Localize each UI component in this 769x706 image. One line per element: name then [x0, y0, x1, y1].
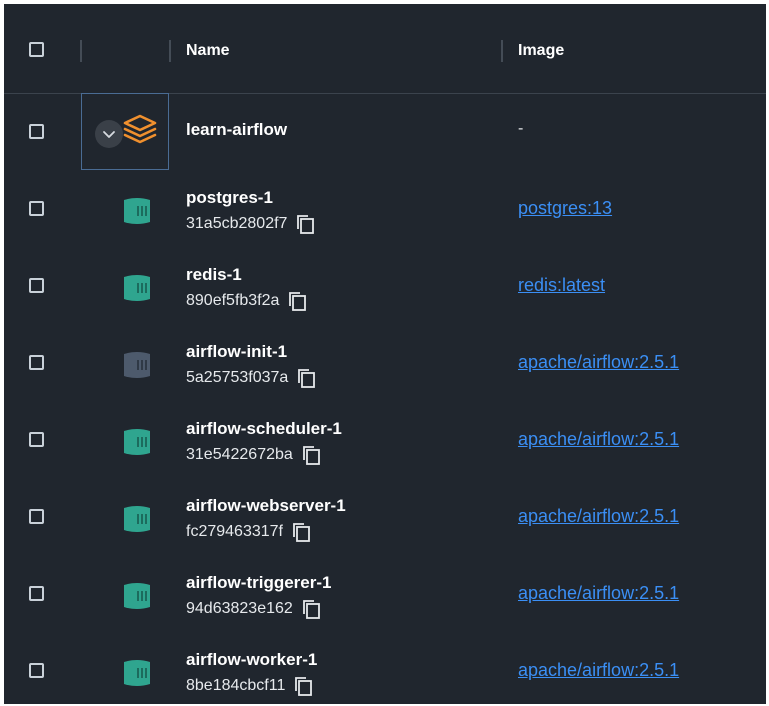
container-row[interactable]: airflow-triggerer-1 94d63823e162 apache/… — [4, 555, 766, 632]
copy-icon[interactable] — [293, 675, 313, 697]
image-link[interactable]: apache/airflow:2.5.1 — [518, 429, 679, 450]
copy-icon[interactable] — [296, 367, 316, 389]
row-checkbox[interactable] — [29, 124, 44, 139]
group-row-learn-airflow[interactable]: learn-airflow - — [4, 93, 766, 170]
image-link[interactable]: apache/airflow:2.5.1 — [518, 506, 679, 527]
container-row[interactable]: airflow-webserver-1 fc279463317f apache/… — [4, 478, 766, 555]
chevron-down-icon — [103, 131, 115, 138]
container-row[interactable]: airflow-init-1 5a25753f037a apache/airfl… — [4, 324, 766, 401]
container-icon — [124, 583, 150, 609]
row-checkbox[interactable] — [29, 201, 44, 216]
container-name[interactable]: postgres-1 — [186, 188, 273, 208]
container-id: fc279463317f — [186, 521, 311, 543]
row-checkbox[interactable] — [29, 432, 44, 447]
row-checkbox[interactable] — [29, 355, 44, 370]
copy-icon[interactable] — [301, 598, 321, 620]
container-id-text: 5a25753f037a — [186, 369, 289, 386]
container-row[interactable]: redis-1 890ef5fb3f2a redis:latest — [4, 247, 766, 324]
container-id-text: 31a5cb2802f7 — [186, 215, 288, 232]
container-row[interactable]: airflow-scheduler-1 31e5422672ba apache/… — [4, 401, 766, 478]
containers-table: Name Image learn-airflow - postgres-1 31… — [4, 4, 766, 704]
image-link[interactable]: redis:latest — [518, 275, 605, 296]
group-image: - — [518, 120, 524, 137]
copy-icon[interactable] — [301, 444, 321, 466]
column-separator[interactable] — [501, 40, 503, 62]
container-icon — [124, 429, 150, 455]
container-name[interactable]: airflow-init-1 — [186, 342, 287, 362]
column-separator[interactable] — [169, 40, 171, 62]
container-icon — [124, 506, 150, 532]
image-link[interactable]: apache/airflow:2.5.1 — [518, 352, 679, 373]
column-header-name[interactable]: Name — [186, 42, 230, 60]
container-id-text: 890ef5fb3f2a — [186, 292, 280, 309]
container-name[interactable]: airflow-webserver-1 — [186, 496, 346, 516]
column-separator[interactable] — [80, 40, 82, 62]
container-name[interactable]: airflow-worker-1 — [186, 650, 317, 670]
container-id-text: 94d63823e162 — [186, 600, 293, 617]
container-icon — [124, 198, 150, 224]
container-icon — [124, 275, 150, 301]
container-row[interactable]: postgres-1 31a5cb2802f7 postgres:13 — [4, 170, 766, 247]
image-link[interactable]: postgres:13 — [518, 198, 612, 219]
container-name[interactable]: airflow-scheduler-1 — [186, 419, 342, 439]
row-checkbox[interactable] — [29, 278, 44, 293]
row-checkbox[interactable] — [29, 586, 44, 601]
copy-icon[interactable] — [295, 213, 315, 235]
image-link[interactable]: apache/airflow:2.5.1 — [518, 660, 679, 681]
copy-icon[interactable] — [287, 290, 307, 312]
container-id: 94d63823e162 — [186, 598, 321, 620]
container-id: 31e5422672ba — [186, 444, 321, 466]
image-link[interactable]: apache/airflow:2.5.1 — [518, 583, 679, 604]
container-id-text: 8be184cbcf11 — [186, 677, 286, 694]
container-id: 8be184cbcf11 — [186, 675, 313, 697]
column-header-image[interactable]: Image — [518, 42, 564, 60]
table-header: Name Image — [4, 4, 766, 94]
select-all-checkbox[interactable] — [29, 42, 44, 57]
container-id: 890ef5fb3f2a — [186, 290, 307, 312]
row-checkbox[interactable] — [29, 663, 44, 678]
container-row[interactable]: airflow-worker-1 8be184cbcf11 apache/air… — [4, 632, 766, 704]
container-id-text: 31e5422672ba — [186, 446, 293, 463]
stack-icon — [123, 114, 157, 144]
container-icon — [124, 660, 150, 686]
group-name[interactable]: learn-airflow — [186, 120, 287, 140]
container-icon — [124, 352, 150, 378]
container-name[interactable]: airflow-triggerer-1 — [186, 573, 331, 593]
container-name[interactable]: redis-1 — [186, 265, 242, 285]
container-id: 31a5cb2802f7 — [186, 213, 315, 235]
container-id: 5a25753f037a — [186, 367, 316, 389]
row-checkbox[interactable] — [29, 509, 44, 524]
expand-toggle-button[interactable] — [95, 120, 123, 148]
container-id-text: fc279463317f — [186, 523, 283, 540]
copy-icon[interactable] — [291, 521, 311, 543]
